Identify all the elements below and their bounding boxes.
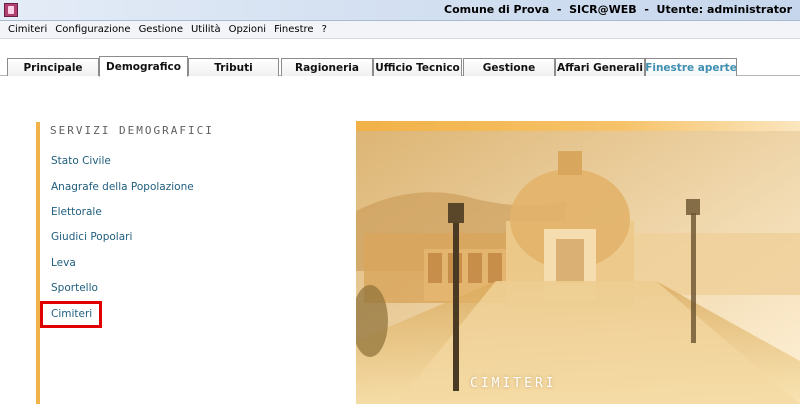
tab-strip: Principale Demografico Tributi Ragioneri…: [0, 40, 800, 77]
tab-ragioneria[interactable]: Ragioneria: [281, 58, 373, 76]
menu-bar: Cimiteri Configurazione Gestione Utilità…: [0, 21, 800, 39]
image-top-bar: [356, 121, 800, 131]
menu-finestre[interactable]: Finestre: [274, 24, 313, 35]
menu-cimiteri[interactable]: Cimiteri: [8, 24, 47, 35]
sidebar-item-stato-civile[interactable]: Stato Civile: [51, 155, 111, 167]
tab-ufficio-tecnico[interactable]: Ufficio Tecnico: [373, 58, 462, 76]
cemetery-illustration: [356, 121, 800, 404]
tab-demografico[interactable]: Demografico: [99, 56, 188, 77]
image-caption: CIMITERI: [470, 376, 557, 391]
tab-gestione[interactable]: Gestione: [463, 58, 555, 76]
tab-principale[interactable]: Principale: [7, 58, 99, 76]
menu-opzioni[interactable]: Opzioni: [229, 24, 266, 35]
title-bar: Comune di Prova - SICR@WEB - Utente: adm…: [0, 0, 800, 21]
tab-affari-generali[interactable]: Affari Generali: [555, 58, 645, 76]
sidebar-item-anagrafe[interactable]: Anagrafe della Popolazione: [51, 181, 194, 193]
highlight-box: [40, 301, 102, 328]
menu-configurazione[interactable]: Configurazione: [55, 24, 130, 35]
menu-help[interactable]: ?: [322, 24, 327, 35]
window-title: Comune di Prova - SICR@WEB - Utente: adm…: [444, 3, 792, 16]
tab-finestre-aperte[interactable]: Finestre aperte: [645, 58, 737, 76]
menu-utilita[interactable]: Utilità: [191, 24, 221, 35]
tab-tributi[interactable]: Tributi: [188, 58, 279, 76]
menu-gestione[interactable]: Gestione: [139, 24, 183, 35]
cemetery-image: [356, 121, 800, 404]
sidebar-title: SERVIZI DEMOGRAFICI: [50, 124, 214, 137]
sidebar-item-sportello[interactable]: Sportello: [51, 282, 98, 294]
sidebar-item-giudici-popolari[interactable]: Giudici Popolari: [51, 231, 132, 243]
sidebar-accent-bar: [36, 122, 40, 404]
sidebar-item-leva[interactable]: Leva: [51, 257, 76, 269]
sidebar-item-elettorale[interactable]: Elettorale: [51, 206, 102, 218]
app-icon[interactable]: [4, 3, 18, 17]
